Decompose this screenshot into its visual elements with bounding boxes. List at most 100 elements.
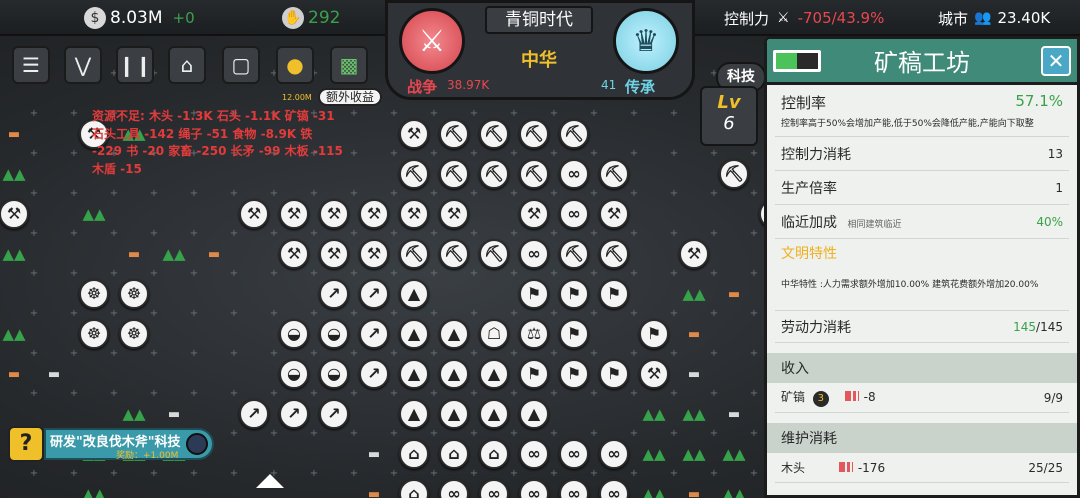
building-tile[interactable]: ▲ <box>474 354 514 394</box>
terrain-tile[interactable]: ▲▲ <box>634 474 674 498</box>
building-tile[interactable]: ∞ <box>554 434 594 474</box>
building-tile[interactable]: ⚒ <box>354 234 394 274</box>
building-tile[interactable]: ∞ <box>514 474 554 498</box>
terrain-tile[interactable]: ▬ <box>114 234 154 274</box>
building-tile[interactable]: ⚒ <box>434 194 474 234</box>
building-tile[interactable]: ⚒ <box>314 234 354 274</box>
building-tile[interactable]: ▲ <box>394 394 434 434</box>
building-tile[interactable]: ▲ <box>434 314 474 354</box>
building-tile[interactable]: ↗ <box>234 394 274 434</box>
book-button[interactable]: ▢ <box>222 46 260 84</box>
terrain-tile[interactable]: ▬ <box>354 474 394 498</box>
building-tile[interactable]: ⚑ <box>514 274 554 314</box>
terrain-tile[interactable]: ▬ <box>354 434 394 474</box>
rank-button[interactable]: ⋁ <box>64 46 102 84</box>
building-tile[interactable]: ⚒ <box>274 194 314 234</box>
building-tile[interactable]: ⚒ <box>514 194 554 234</box>
terrain-tile[interactable]: ▲▲ <box>714 434 754 474</box>
building-tile[interactable]: ⛏ <box>594 154 634 194</box>
building-tile[interactable]: ⚑ <box>554 274 594 314</box>
war-button[interactable]: ⚔ <box>399 8 465 74</box>
terrain-tile[interactable]: ▲▲ <box>674 394 714 434</box>
close-button[interactable]: ✕ <box>1041 46 1071 76</box>
terrain-tile[interactable]: ▬ <box>674 354 714 394</box>
building-tile[interactable]: ⛏ <box>434 234 474 274</box>
building-tile[interactable]: ⌂ <box>394 434 434 474</box>
building-tile[interactable]: ▲ <box>434 394 474 434</box>
expand-arrow-icon[interactable] <box>256 474 284 488</box>
building-tile[interactable]: ☖ <box>474 314 514 354</box>
building-tile[interactable]: ◒ <box>274 314 314 354</box>
building-tile[interactable]: ⌂ <box>474 434 514 474</box>
building-tile[interactable]: ⛏ <box>514 114 554 154</box>
building-tile[interactable]: ▲ <box>474 394 514 434</box>
building-tile[interactable]: ⛏ <box>474 114 514 154</box>
building-tile[interactable]: ∞ <box>554 474 594 498</box>
terrain-tile[interactable]: ▲▲ <box>674 274 714 314</box>
building-tile[interactable]: ↗ <box>354 354 394 394</box>
building-tile[interactable]: ↗ <box>274 394 314 434</box>
building-tile[interactable]: ⚑ <box>554 354 594 394</box>
building-tile[interactable]: ∞ <box>594 474 634 498</box>
terrain-tile[interactable]: ▲▲ <box>154 234 194 274</box>
extra-income-tag[interactable]: 额外收益 <box>318 88 383 106</box>
building-tile[interactable]: ↗ <box>314 274 354 314</box>
building-tile[interactable]: ⛏ <box>594 234 634 274</box>
terrain-tile[interactable]: ▬ <box>0 114 34 154</box>
building-tile[interactable]: ∞ <box>434 474 474 498</box>
terrain-tile[interactable]: ▲▲ <box>714 474 754 498</box>
quest-banner[interactable]: 研发"改良伐木斧"科技 奖励：+1.00M <box>44 428 214 461</box>
building-tile[interactable]: ◒ <box>314 354 354 394</box>
terrain-tile[interactable]: ▬ <box>714 394 754 434</box>
heritage-button[interactable]: ♛ <box>613 8 679 74</box>
building-tile[interactable]: ⛏ <box>514 154 554 194</box>
building-tile[interactable]: ▲ <box>394 274 434 314</box>
building-tile[interactable]: ∞ <box>554 194 594 234</box>
building-tile[interactable]: ⚑ <box>594 274 634 314</box>
building-tile[interactable]: ⛏ <box>434 154 474 194</box>
building-tile[interactable]: ⚒ <box>354 194 394 234</box>
building-tile[interactable]: ☸ <box>74 274 114 314</box>
building-tile[interactable]: ⚒ <box>394 114 434 154</box>
terrain-tile[interactable]: ▲▲ <box>634 434 674 474</box>
building-tile[interactable]: ▲ <box>514 394 554 434</box>
building-tile[interactable]: ↗ <box>354 274 394 314</box>
building-tile[interactable]: ⚒ <box>274 234 314 274</box>
building-tile[interactable]: ⛏ <box>474 154 514 194</box>
building-tile[interactable]: ⛏ <box>474 234 514 274</box>
building-tile[interactable]: ∞ <box>594 434 634 474</box>
buildings-button[interactable]: ⌂ <box>168 46 206 84</box>
terrain-tile[interactable]: ▲▲ <box>74 194 114 234</box>
terrain-tile[interactable]: ▬ <box>674 474 714 498</box>
building-tile[interactable]: ▲ <box>394 354 434 394</box>
building-tile[interactable]: ⚑ <box>514 354 554 394</box>
building-tile[interactable]: ☸ <box>114 314 154 354</box>
building-tile[interactable]: ⚑ <box>554 314 594 354</box>
building-tile[interactable]: ⚑ <box>634 314 674 354</box>
terrain-tile[interactable]: ▲▲ <box>0 314 34 354</box>
building-tile[interactable]: ⌂ <box>434 434 474 474</box>
building-tile[interactable]: ⛏ <box>434 114 474 154</box>
building-tile[interactable]: ⚒ <box>594 194 634 234</box>
building-tile[interactable]: ▲ <box>394 314 434 354</box>
building-tile[interactable]: ∞ <box>554 154 594 194</box>
building-tile[interactable]: ⛏ <box>394 154 434 194</box>
building-tile[interactable]: ∞ <box>514 434 554 474</box>
building-tile[interactable]: ⚒ <box>234 194 274 234</box>
building-tile[interactable]: ↗ <box>354 314 394 354</box>
terrain-tile[interactable]: ▬ <box>34 354 74 394</box>
building-tile[interactable]: ⛏ <box>394 234 434 274</box>
building-tile[interactable]: ⚑ <box>594 354 634 394</box>
terrain-tile[interactable]: ▲▲ <box>634 394 674 434</box>
terrain-tile[interactable]: ▬ <box>714 274 754 314</box>
terrain-tile[interactable]: ▲▲ <box>674 434 714 474</box>
video-ad-button[interactable]: ▩ <box>330 46 368 84</box>
terrain-tile[interactable]: ▬ <box>674 314 714 354</box>
pause-button[interactable]: ❙❙ <box>116 46 154 84</box>
building-tile[interactable]: ☸ <box>114 274 154 314</box>
menu-button[interactable]: ☰ <box>12 46 50 84</box>
building-tile[interactable]: ◒ <box>314 314 354 354</box>
help-button[interactable]: ? <box>8 426 44 462</box>
building-tile[interactable]: ⚒ <box>0 194 34 234</box>
building-tile[interactable]: ∞ <box>514 234 554 274</box>
